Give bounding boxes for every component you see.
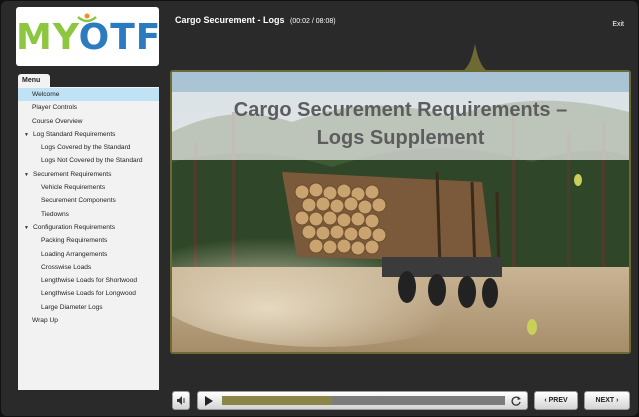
expand-triangle-icon[interactable]: ▼ (24, 169, 33, 182)
prev-label: PREV (548, 397, 568, 404)
menu-item[interactable]: Welcome (18, 88, 159, 102)
chevron-left-icon: ‹ (544, 397, 547, 404)
menu-item[interactable]: ▼ Log Standard Requirements (18, 128, 159, 141)
menu-item-label: Player Controls (32, 104, 78, 112)
menu-item-label: Tiedowns (41, 210, 69, 218)
next-button[interactable]: NEXT › (584, 391, 630, 410)
menu-tab[interactable]: Menu (18, 74, 50, 88)
logo-letters-otf: OTF (78, 17, 162, 58)
menu-item-label: Crosswise Loads (41, 263, 92, 271)
menu-item-label: Logs Covered by the Standard (41, 144, 131, 152)
slide-title-line-2: Logs Supplement (316, 127, 485, 149)
logo-text: MYOTF (16, 17, 162, 58)
menu-item-label: Course Overview (32, 117, 83, 125)
expand-triangle-icon[interactable]: ▼ (24, 129, 33, 142)
volume-button[interactable] (172, 391, 190, 410)
playback-time: (00:02 / 08:08) (290, 18, 336, 25)
menu-item-label: Lengthwise Loads for Shortwood (41, 277, 138, 285)
menu-item[interactable]: ▼ Securement Requirements (18, 168, 159, 181)
menu-item-label: Large Diameter Logs (41, 303, 103, 311)
logo-letter-m: M (16, 17, 53, 58)
menu-item[interactable]: Large Diameter Logs (18, 301, 159, 314)
progress-fill (222, 396, 333, 405)
myotf-logo: MYOTF (16, 7, 162, 66)
slide-stage: Cargo Securement Requirements – Logs Sup… (172, 72, 629, 352)
expand-triangle-icon[interactable]: ▼ (24, 222, 33, 235)
menu-item[interactable]: Course Overview (18, 115, 159, 128)
menu-item[interactable]: Wrap Up (18, 314, 159, 327)
chevron-right-icon: › (616, 397, 619, 404)
menu-item[interactable]: ▼ Configuration Requirements (18, 221, 159, 234)
replay-icon[interactable] (510, 395, 522, 407)
play-icon[interactable] (204, 396, 214, 406)
menu-item-label: Welcome (32, 91, 60, 98)
next-label: NEXT (595, 397, 615, 404)
menu-item[interactable]: Loading Arrangements (18, 248, 159, 261)
menu-item[interactable]: Tiedowns (18, 208, 159, 221)
slide-title: Cargo Securement Requirements – Logs Sup… (172, 96, 629, 152)
menu-item[interactable]: Packing Requirements (18, 234, 159, 247)
menu-list: Welcome Player Controls Course Overview ▼ Lo… (18, 87, 159, 327)
speaker-icon (177, 396, 185, 405)
prev-button[interactable]: ‹ PREV (534, 391, 578, 410)
menu-item[interactable]: Securement Components (18, 194, 159, 207)
menu-item[interactable]: Lengthwise Loads for Shortwood (18, 274, 159, 287)
menu-item-label: Logs Not Covered by the Standard (41, 157, 143, 165)
menu-item-label: Vehicle Requirements (41, 184, 106, 192)
menu-item-label: Log Standard Requirements (33, 130, 116, 138)
logo-letter-y: Y (52, 17, 79, 58)
menu-item-label: Securement Components (41, 197, 116, 205)
exit-button[interactable]: Exit (612, 21, 624, 28)
menu-item[interactable]: Player Controls (18, 101, 159, 114)
progress-track[interactable] (222, 396, 505, 405)
slide-title-line-1: Cargo Securement Requirements – (233, 99, 568, 121)
menu-item-label: Configuration Requirements (33, 223, 116, 231)
course-title-text: Cargo Securement - Logs (175, 15, 285, 25)
menu-item-label: Wrap Up (32, 317, 58, 325)
menu-item[interactable]: Crosswise Loads (18, 261, 159, 274)
menu-item[interactable]: Lengthwise Loads for Longwood (18, 287, 159, 300)
menu-item-label: Loading Arrangements (41, 250, 108, 258)
menu-item[interactable]: Logs Covered by the Standard (18, 141, 159, 154)
player-window: MYOTF Cargo Securement - Logs (00:02 / 0… (1, 1, 638, 416)
menu-panel: Welcome Player Controls Course Overview ▼ Lo… (18, 87, 159, 390)
menu-item[interactable]: Logs Not Covered by the Standard (18, 154, 159, 167)
course-title: Cargo Securement - Logs (00:02 / 08:08) (175, 15, 336, 25)
playback-bar (197, 391, 528, 410)
slide-frame-notch (460, 44, 490, 72)
menu-item-label: Securement Requirements (33, 170, 112, 178)
menu-item-label: Packing Requirements (41, 237, 108, 245)
menu-item-label: Lengthwise Loads for Longwood (41, 290, 136, 298)
menu-item[interactable]: Vehicle Requirements (18, 181, 159, 194)
